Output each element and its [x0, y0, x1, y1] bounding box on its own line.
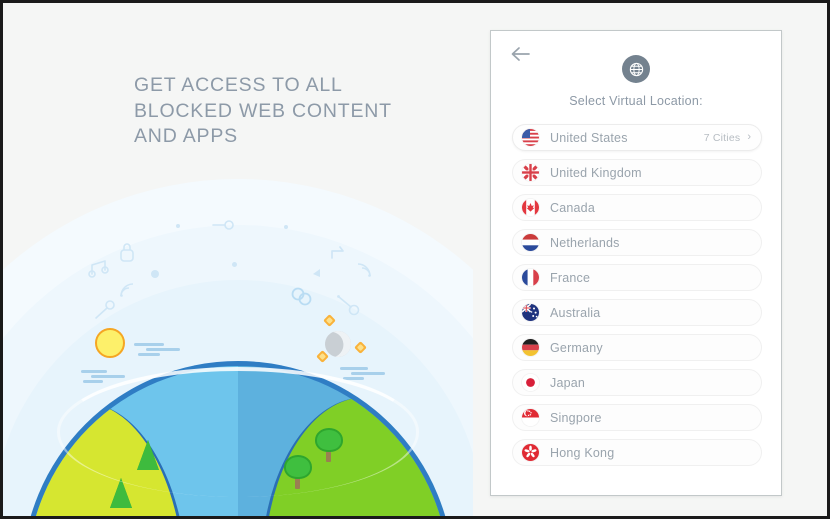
location-list: United States 7 Cities › United Kingdom Ca…	[512, 124, 762, 474]
flag-icon-fr	[522, 269, 539, 286]
wifi-icon-left	[120, 283, 134, 297]
location-name: Singpore	[550, 410, 602, 425]
location-name: France	[550, 270, 591, 285]
flag-icon-au	[522, 304, 539, 321]
globe-icon	[622, 55, 650, 83]
play-triangle-icon	[313, 269, 320, 277]
music-note-icon	[88, 260, 109, 278]
location-city-count: 7 Cities	[703, 131, 741, 144]
share-arrow-icon	[331, 246, 344, 259]
location-row-de[interactable]: Germany	[512, 334, 762, 361]
flag-icon-de	[522, 339, 539, 356]
location-name: Japan	[550, 375, 586, 390]
flag-icon-us	[522, 129, 539, 146]
globe-glyph	[629, 62, 643, 76]
location-row-fr[interactable]: France	[512, 264, 762, 291]
location-name: United Kingdom	[550, 165, 642, 180]
location-name: United States	[550, 130, 628, 145]
location-name: Canada	[550, 200, 595, 215]
location-row-ca[interactable]: Canada	[512, 194, 762, 221]
location-row-nl[interactable]: Netherlands	[512, 229, 762, 256]
lock-icon	[120, 243, 134, 262]
sprite-dot-4	[176, 224, 180, 228]
location-row-us[interactable]: United States 7 Cities ›	[512, 124, 762, 151]
app-window: GET ACCESS TO ALL BLOCKED WEB CONTENT AN…	[3, 3, 827, 516]
back-button[interactable]	[508, 42, 536, 66]
page-title: GET ACCESS TO ALL BLOCKED WEB CONTENT AN…	[134, 74, 392, 147]
flag-icon-nl	[522, 234, 539, 251]
flag-icon-hk	[522, 444, 539, 461]
location-row-au[interactable]: Australia	[512, 299, 762, 326]
globe-illustration	[22, 361, 454, 516]
select-location-label: Select Virtual Location:	[569, 94, 703, 108]
chevron-right-icon[interactable]: ›	[747, 132, 751, 143]
promo-illustration-panel: GET ACCESS TO ALL BLOCKED WEB CONTENT AN…	[3, 3, 473, 516]
key-icon-top	[212, 220, 234, 230]
location-row-gb[interactable]: United Kingdom	[512, 159, 762, 186]
location-name: Germany	[550, 340, 603, 355]
location-name: Netherlands	[550, 235, 620, 250]
location-row-jp[interactable]: Japan	[512, 369, 762, 396]
key-icon-right	[337, 295, 360, 316]
link-icon	[291, 287, 312, 306]
location-row-sg[interactable]: Singpore	[512, 404, 762, 431]
sprite-dot-3	[284, 225, 288, 229]
wifi-icon-right	[357, 263, 371, 277]
location-name: Hong Kong	[550, 445, 615, 460]
flag-icon-gb	[522, 164, 539, 181]
flag-icon-jp	[522, 374, 539, 391]
flag-icon-sg	[522, 409, 539, 426]
key-icon-left	[95, 300, 115, 319]
flag-icon-ca	[522, 199, 539, 216]
sun-icon	[95, 328, 125, 358]
globe-highlight	[56, 367, 420, 498]
sprite-dot-1	[151, 270, 159, 278]
location-name: Australia	[550, 305, 601, 320]
location-picker-panel: Select Virtual Location: United States 7 …	[490, 30, 782, 496]
cloud-1	[134, 343, 180, 356]
location-row-hk[interactable]: Hong Kong	[512, 439, 762, 466]
sprite-dot-2	[232, 262, 237, 267]
arrow-left-icon	[511, 47, 530, 61]
